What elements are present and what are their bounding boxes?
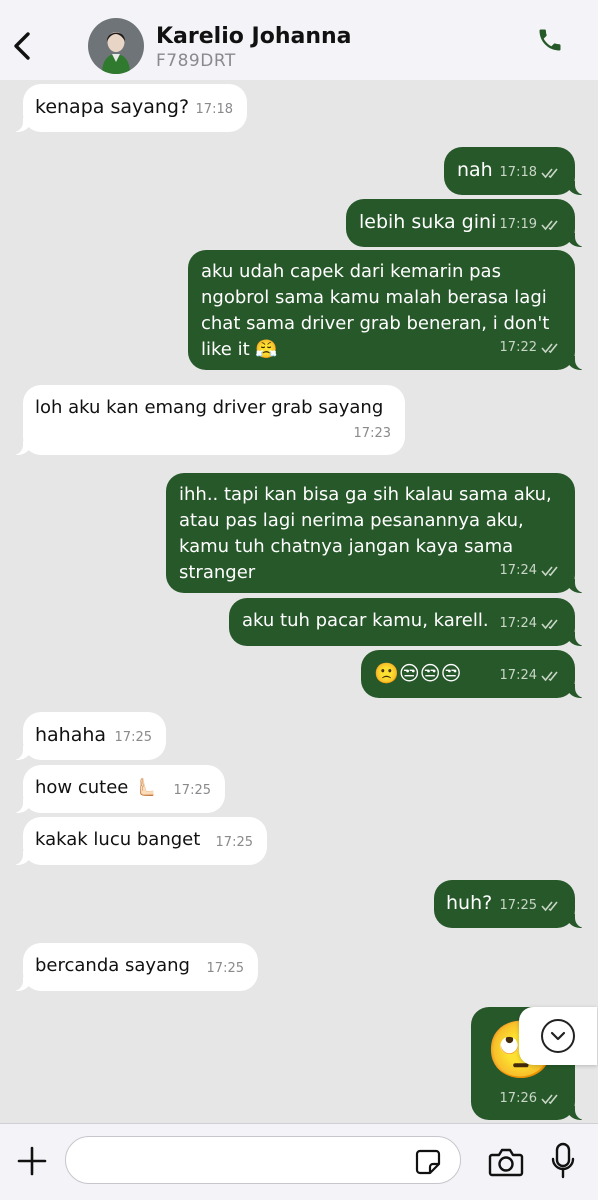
sticker-button[interactable] <box>414 1148 442 1176</box>
message-text: nah <box>457 159 493 181</box>
message-time: 17:25 <box>114 730 152 745</box>
message-text: 🙁😒😒😒 <box>374 661 462 685</box>
message-text: aku tuh pacar kamu, karell. <box>242 610 489 631</box>
message-incoming[interactable]: loh aku kan emang driver grab sayang 17:… <box>11 385 405 455</box>
read-receipt-icon <box>541 220 558 231</box>
read-receipt-icon <box>541 343 558 354</box>
message-outgoing[interactable]: huh? 17:25 <box>434 880 587 928</box>
message-incoming[interactable]: how cutee 🫷🏻 17:25 <box>11 765 225 813</box>
microphone-icon <box>551 1142 575 1179</box>
message-outgoing[interactable]: aku tuh pacar kamu, karell. 17:24 <box>229 598 587 646</box>
message-text: bercanda sayang <box>35 955 190 976</box>
camera-icon <box>488 1148 524 1177</box>
message-text: huh? <box>446 892 493 914</box>
message-incoming[interactable]: bercanda sayang 17:25 <box>11 943 258 991</box>
message-text: hahaha <box>35 724 107 746</box>
message-time: 17:19 <box>499 217 537 232</box>
message-time: 17:25 <box>206 961 244 976</box>
message-incoming[interactable]: kakak lucu banget 17:25 <box>11 817 267 865</box>
message-time: 17:18 <box>195 102 233 117</box>
read-receipt-icon <box>541 168 558 179</box>
message-incoming[interactable]: hahaha 17:25 <box>11 712 166 760</box>
message-time: 17:25 <box>215 835 253 850</box>
chat-header: Karelio Johanna F789DRT <box>0 0 598 80</box>
message-input[interactable] <box>65 1136 461 1184</box>
plus-icon <box>17 1146 47 1176</box>
message-text: lebih suka gini <box>359 211 497 233</box>
back-button[interactable] <box>8 26 36 66</box>
read-receipt-icon <box>541 619 558 630</box>
message-time: 17:25 <box>499 898 537 913</box>
scroll-to-bottom-button[interactable] <box>519 1007 597 1065</box>
message-time: 17:22 <box>499 340 537 355</box>
sticker-icon <box>415 1149 441 1175</box>
composer-bar <box>0 1123 598 1200</box>
contact-subtitle: F789DRT <box>156 51 236 71</box>
message-outgoing[interactable]: lebih suka gini 17:19 <box>346 199 587 247</box>
message-text: kakak lucu banget <box>35 829 201 850</box>
camera-button[interactable] <box>488 1146 524 1178</box>
message-outgoing[interactable]: 🙁😒😒😒 17:24 <box>361 650 587 698</box>
message-outgoing[interactable]: ihh.. tapi kan bisa ga sih kalau sama ak… <box>166 473 587 593</box>
call-button[interactable] <box>536 26 564 54</box>
avatar[interactable] <box>88 18 144 74</box>
microphone-button[interactable] <box>550 1142 576 1180</box>
add-attachment-button[interactable] <box>15 1144 49 1178</box>
message-text: kenapa sayang? <box>35 96 190 118</box>
message-time: 17:24 <box>499 616 537 631</box>
message-time: 17:26 <box>499 1091 537 1106</box>
read-receipt-icon <box>541 566 558 577</box>
message-list[interactable]: kenapa sayang? 17:18 nah 17:18 lebih suk… <box>0 80 598 1123</box>
message-text: how cutee 🫷🏻 <box>35 777 157 798</box>
read-receipt-icon <box>541 671 558 682</box>
message-time: 17:25 <box>173 783 211 798</box>
message-time: 17:24 <box>499 563 537 578</box>
message-outgoing[interactable]: nah 17:18 <box>444 147 587 195</box>
chevron-left-icon <box>14 32 30 60</box>
contact-name[interactable]: Karelio Johanna <box>156 24 352 49</box>
chevron-down-circle-icon <box>541 1019 575 1053</box>
phone-icon <box>539 29 561 51</box>
message-time: 17:23 <box>353 426 391 441</box>
message-text: loh aku kan emang driver grab sayang <box>35 397 384 418</box>
message-time: 17:24 <box>499 668 537 683</box>
message-incoming[interactable]: kenapa sayang? 17:18 <box>11 84 247 132</box>
read-receipt-icon <box>541 1094 558 1105</box>
message-outgoing[interactable]: aku udah capek dari kemarin pas ngobrol … <box>188 250 587 370</box>
message-time: 17:18 <box>499 165 537 180</box>
read-receipt-icon <box>541 901 558 912</box>
